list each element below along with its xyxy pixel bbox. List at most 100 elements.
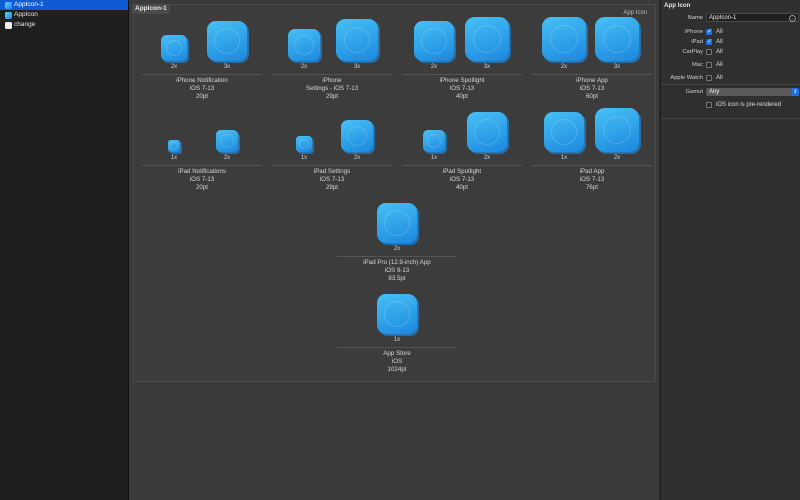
scale-label: 3x: [483, 64, 491, 70]
scale-label: 2x: [430, 64, 438, 70]
app-icon-image[interactable]: [467, 112, 507, 152]
slot-group-label: iPad Pro (12.9-inch) App: [363, 259, 431, 266]
carplay-checkbox[interactable]: [706, 49, 712, 55]
app-icon-image[interactable]: [216, 130, 238, 152]
scale-label: 1x: [560, 155, 568, 161]
device-label-mac: Mac: [692, 62, 703, 68]
slot-group-label: iOS 7-13: [579, 176, 605, 183]
slot-group-label: iPad App: [579, 168, 605, 175]
slot-group-label: 29pt: [325, 93, 339, 100]
slot-group-label: iPad Spotlight: [442, 168, 482, 175]
prerendered-checkbox[interactable]: [706, 102, 712, 108]
slot-group-label: 29pt: [325, 184, 339, 191]
slot-group-label: 83.5pt: [388, 275, 406, 282]
sidebar-item-label: AppIcon: [14, 11, 38, 18]
slot-group-label: 1024pt: [387, 366, 407, 373]
divider: [661, 84, 800, 85]
app-icon-image[interactable]: [377, 203, 417, 243]
app-icon-image[interactable]: [161, 35, 187, 61]
scale-label: 3x: [353, 64, 361, 70]
slot-group-label: 40pt: [455, 93, 469, 100]
app-icon-image[interactable]: [207, 21, 247, 61]
slot-group-label: iOS 7-13: [189, 176, 215, 183]
divider: [661, 118, 800, 119]
app-icon-image[interactable]: [542, 17, 586, 61]
slot-group-label: Settings - iOS 7-13: [305, 85, 359, 92]
ipad-checkbox[interactable]: [706, 38, 712, 45]
device-label-carplay: CarPlay: [682, 49, 703, 55]
iphone-checkbox[interactable]: [706, 28, 712, 35]
mac-checkbox[interactable]: [706, 62, 712, 68]
slot-group-label: 20pt: [195, 93, 209, 100]
slot-group-label: iPad Notifications: [178, 168, 226, 175]
sidebar-item-label: change: [14, 21, 36, 28]
slot-divider: [532, 165, 652, 166]
gamut-label: Gamut: [685, 89, 703, 95]
slot-divider: [142, 74, 262, 75]
slot-group-label: 40pt: [455, 184, 469, 191]
app-icon-image[interactable]: [168, 140, 180, 152]
prerendered-label: iOS icon is pre-rendered: [716, 102, 782, 108]
name-field[interactable]: AppIcon-1 ×: [706, 13, 799, 22]
scale-label: 2x: [560, 64, 568, 70]
scale-label: 3x: [613, 64, 621, 70]
app-icon-image[interactable]: [288, 29, 320, 61]
attributes-inspector: App Icon Name AppIcon-1 × iPhone All iPa…: [660, 0, 800, 500]
slot-divider: [532, 74, 652, 75]
slot-divider: [337, 256, 457, 257]
slot-divider: [402, 165, 522, 166]
apple-watch-option: All: [716, 75, 723, 81]
app-icon-set-icon: [5, 1, 12, 9]
app-icon-image[interactable]: [377, 294, 417, 334]
chevron-updown-icon: ⇕: [792, 88, 799, 96]
slot-divider: [142, 165, 262, 166]
scale-label: 2x: [300, 64, 308, 70]
app-icon-image[interactable]: [423, 130, 445, 152]
scale-label: 2x: [613, 155, 621, 161]
panel-kind-label: App Icon: [623, 10, 647, 16]
scale-label: 3x: [223, 64, 231, 70]
app-icon-image[interactable]: [465, 17, 509, 61]
app-icon-set-icon: [5, 11, 12, 19]
slot-group-label: iOS 7-13: [579, 85, 605, 92]
app-icon-image[interactable]: [414, 21, 454, 61]
slot-group-label: 60pt: [585, 93, 599, 100]
slot-group-label: iOS: [391, 358, 403, 365]
slot-divider: [337, 347, 457, 348]
app-icon-image[interactable]: [595, 108, 639, 152]
clear-icon[interactable]: ×: [789, 15, 796, 22]
scale-label: 2x: [393, 246, 401, 252]
app-icon-image[interactable]: [336, 19, 378, 61]
slot-group-label: 76pt: [585, 184, 599, 191]
slot-group-label: iOS 9-13: [384, 267, 410, 274]
inspector-title: App Icon: [664, 2, 691, 9]
slot-group-label: iPhone Notification: [176, 77, 228, 84]
sidebar-item-label: AppIcon-1: [14, 1, 44, 8]
asset-sidebar: AppIcon-1 AppIcon change: [0, 0, 129, 500]
scale-label: 2x: [483, 155, 491, 161]
slot-group-label: iPhone App: [576, 77, 608, 84]
device-label-ipad: iPad: [691, 39, 703, 45]
slot-divider: [272, 74, 392, 75]
scale-label: 1x: [300, 155, 308, 161]
name-value: AppIcon-1: [709, 15, 737, 21]
blank-image-icon: [5, 21, 12, 29]
gamut-select[interactable]: Any ⇕: [706, 88, 799, 96]
sidebar-item-appicon-1[interactable]: AppIcon-1: [0, 0, 128, 10]
slot-divider: [402, 74, 522, 75]
gamut-value: Any: [709, 89, 720, 95]
slot-group-label: App Store: [383, 350, 411, 357]
sidebar-item-appicon[interactable]: AppIcon: [0, 10, 128, 20]
app-icon-image[interactable]: [341, 120, 373, 152]
sidebar-item-change[interactable]: change: [0, 20, 128, 30]
scale-label: 2x: [170, 64, 178, 70]
app-icon-image[interactable]: [544, 112, 584, 152]
slot-group-label: iOS 7-13: [319, 176, 345, 183]
app-icon-image[interactable]: [595, 17, 639, 61]
scale-label: 1x: [430, 155, 438, 161]
app-icon-image[interactable]: [296, 136, 312, 152]
device-label-apple-watch: Apple Watch: [670, 75, 703, 81]
scale-label: 2x: [223, 155, 231, 161]
scale-label: 1x: [170, 155, 178, 161]
apple-watch-checkbox[interactable]: [706, 75, 712, 81]
